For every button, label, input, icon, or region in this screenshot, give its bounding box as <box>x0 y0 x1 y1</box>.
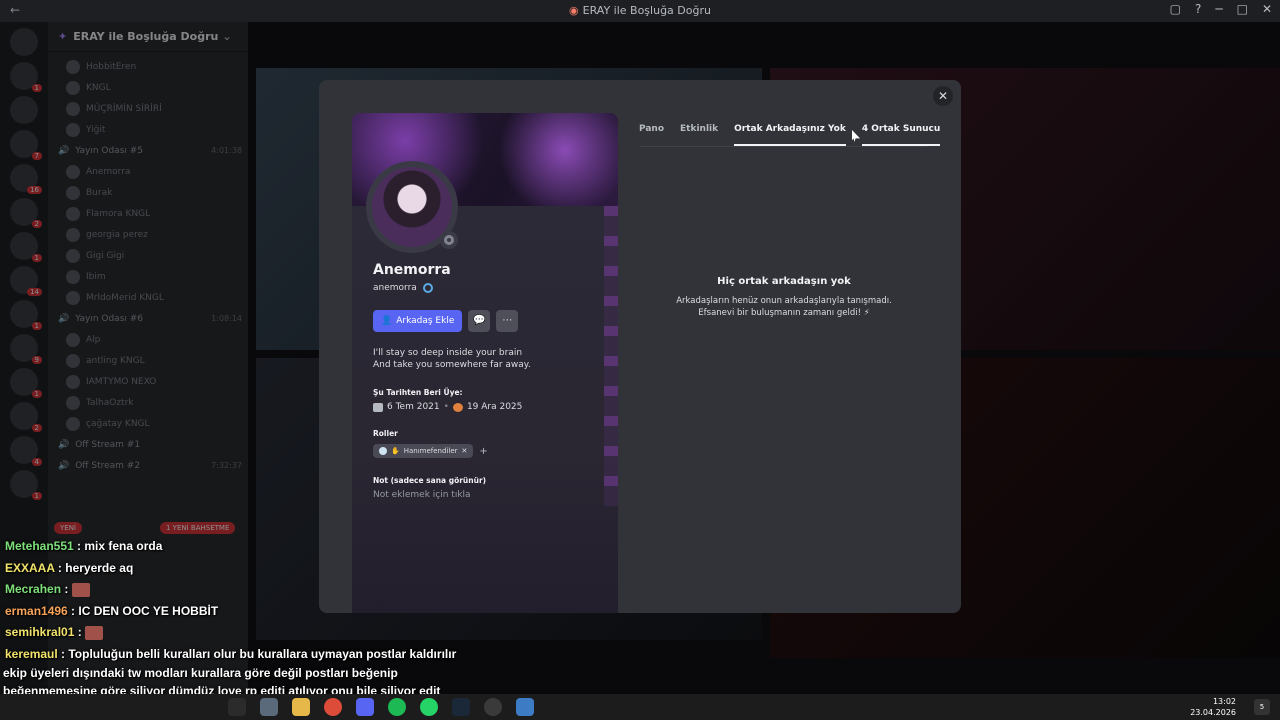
user-profile-modal: ✕ Anemorra anemorra 👤 Arkadaş Ekle 💬 ⋯ I… <box>319 80 961 613</box>
discord-join-date: 6 Tem 2021 <box>387 402 440 412</box>
taskbar-apps <box>228 698 534 716</box>
help-icon[interactable]: ? <box>1195 2 1201 16</box>
message-button[interactable]: 💬 <box>468 310 491 332</box>
chat-message: Mecrahen : <box>0 579 460 601</box>
chat-text: : mix fena orda <box>73 539 163 553</box>
chat-username: Metehan551 <box>5 539 74 553</box>
chat-username: keremaul <box>5 646 58 661</box>
display-name: Anemorra <box>373 262 451 278</box>
close-icon[interactable]: ✕ <box>933 86 953 106</box>
close-window-button[interactable]: ✕ <box>1262 2 1272 16</box>
decoration-vine <box>604 206 618 506</box>
minimize-button[interactable]: ─ <box>1215 2 1222 16</box>
clock[interactable]: 13:02 23.04.2026 <box>1190 696 1236 718</box>
spotify-icon[interactable] <box>388 698 406 716</box>
status-idle-icon <box>440 231 458 249</box>
tab-1[interactable]: Etkinlik <box>680 124 718 146</box>
note-input[interactable]: Not eklemek için tıkla <box>373 490 486 500</box>
chat-text: : IC DEN OOC YE HOBBİT <box>67 603 219 618</box>
more-options-button[interactable]: ⋯ <box>496 310 519 332</box>
emote-icon <box>71 582 90 597</box>
add-user-icon: 👤 <box>381 316 393 326</box>
chat-message: erman1496 : IC DEN OOC YE HOBBİT <box>0 601 460 623</box>
member-since: Şu Tarihten Beri Üye: 6 Tem 2021 • 19 Ar… <box>373 388 523 412</box>
emote-icon <box>85 625 104 640</box>
chat-text: : <box>74 625 86 639</box>
add-role-icon[interactable]: + <box>479 446 487 457</box>
role-pill[interactable]: ✋ Hanımefendiler ✕ <box>373 444 474 458</box>
folder-icon[interactable] <box>292 698 310 716</box>
chat-text: : Topluluğun belli kuralları olur bu kur… <box>57 646 457 661</box>
file-icon[interactable] <box>260 698 278 716</box>
chat-username: semihkral01 <box>5 625 75 639</box>
hypesquad-badge-icon[interactable] <box>422 283 433 293</box>
remove-role-icon[interactable]: ✕ <box>462 447 468 455</box>
app-icon[interactable] <box>516 698 534 716</box>
chat-username: erman1496 <box>5 603 68 618</box>
taskbar: 13:02 23.04.2026 5 <box>0 694 1280 720</box>
role-emoji: ✋ <box>391 447 400 455</box>
obs-icon[interactable] <box>484 698 502 716</box>
chat-text: : <box>61 582 72 596</box>
username: anemorra <box>373 283 417 293</box>
chat-message: keremaul : Topluluğun belli kuralları ol… <box>0 644 460 666</box>
role-color-dot <box>379 447 387 455</box>
username-row: anemorra <box>373 283 433 293</box>
maximize-button[interactable]: □ <box>1237 2 1248 16</box>
steam-icon[interactable] <box>452 698 470 716</box>
tab-3[interactable]: 4 Ortak Sunucu <box>861 124 941 146</box>
whatsapp-icon[interactable] <box>420 698 438 716</box>
window-title: ◉ ERAY ile Boşluğa Doğru <box>569 4 711 17</box>
server-icon: ◉ <box>569 4 579 17</box>
discord-logo-icon <box>373 402 383 412</box>
tab-0[interactable]: Pano <box>639 124 664 146</box>
window-controls: ▢ ? ─ □ ✕ <box>1170 2 1272 16</box>
empty-state: Hiç ortak arkadaşın yok Arkadaşların hen… <box>676 276 892 318</box>
task-view-icon[interactable] <box>228 698 246 716</box>
chat-message: Metehan551 : mix fena orda <box>0 536 460 558</box>
chrome-icon[interactable] <box>324 698 342 716</box>
chat-username: Mecrahen <box>5 582 62 596</box>
profile-tabs: Pano Etkinlik Ortak Arkadaşınız Yok 4 Ortak… <box>639 124 941 146</box>
title-bar: ← ◉ ERAY ile Boşluğa Doğru ▢ ? ─ □ ✕ <box>0 0 1280 22</box>
chat-message: EXXAAA : heryerde aq <box>0 558 460 580</box>
chat-message: semihkral01 : <box>0 622 460 644</box>
bio: I'll stay so deep inside your brain And … <box>373 348 531 370</box>
tab-2[interactable]: Ortak Arkadaşınız Yok <box>734 124 846 146</box>
inbox-icon[interactable]: ▢ <box>1170 2 1181 16</box>
server-join-date: 19 Ara 2025 <box>466 402 523 412</box>
server-logo-icon <box>452 402 463 412</box>
note-section: Not (sadece sana görünür) Not eklemek iç… <box>373 476 487 500</box>
profile-actions: 👤 Arkadaş Ekle 💬 ⋯ <box>373 310 519 332</box>
add-friend-button[interactable]: 👤 Arkadaş Ekle <box>373 310 463 332</box>
chat-username: EXXAAA <box>5 560 55 575</box>
notification-icon[interactable]: 5 <box>1254 699 1270 715</box>
roles-section: Roller ✋ Hanımefendiler ✕ + <box>373 429 488 458</box>
discord-icon[interactable] <box>356 698 374 716</box>
stream-chat-overlay: Metehan551 : mix fena orda EXXAAA : herye… <box>0 536 460 718</box>
chat-message-continuation: ekip üyeleri dışındaki tw modları kurall… <box>3 666 398 680</box>
chat-text: : heryerde aq <box>54 560 134 575</box>
